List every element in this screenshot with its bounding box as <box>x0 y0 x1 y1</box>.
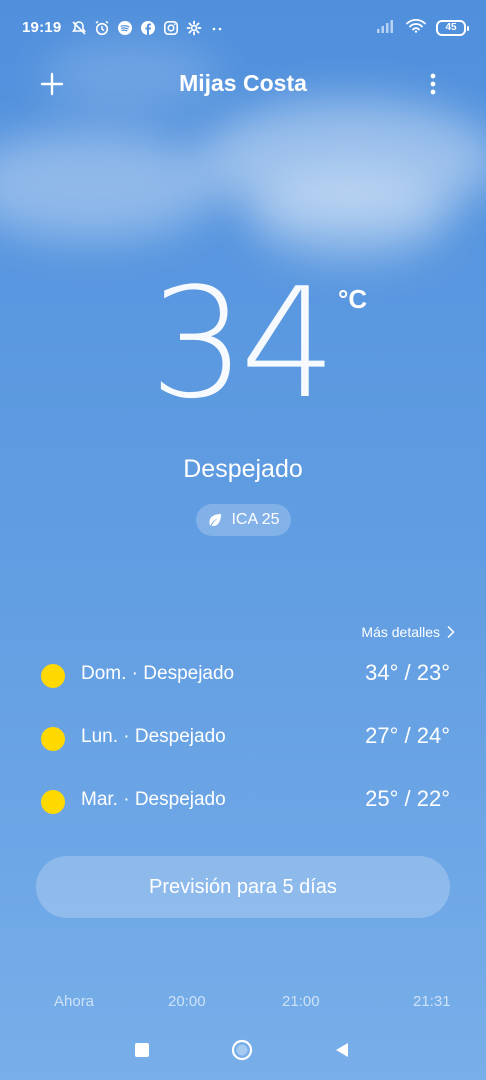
nav-recents-button[interactable] <box>135 1043 149 1057</box>
back-triangle-icon <box>336 1043 348 1057</box>
hourly-time: 21:31 <box>413 993 451 1010</box>
sun-icon <box>41 727 65 751</box>
alarm-icon <box>93 19 110 36</box>
weather-screen: 19:19 45 Mijas Costa 34 °C Despejado ICA… <box>0 0 486 1080</box>
status-notification-icons <box>70 19 225 36</box>
notifications-off-icon <box>70 19 87 36</box>
temperature-unit: °C <box>338 284 368 314</box>
sun-icon <box>41 664 65 688</box>
forecast-day-temps: 25° / 22° <box>365 786 450 811</box>
hourly-time: 21:00 <box>282 993 320 1010</box>
nav-home-button[interactable] <box>231 1039 253 1061</box>
more-options-button[interactable] <box>420 68 446 100</box>
hourly-time: Ahora <box>54 993 95 1010</box>
current-condition: Despejado <box>183 455 303 483</box>
forecast-day-temps: 34° / 23° <box>365 660 450 685</box>
more-dots-icon <box>208 19 225 36</box>
instagram-icon <box>162 19 179 36</box>
forecast-day-label: Mar. · Despejado <box>81 789 226 810</box>
cloud-decoration <box>250 170 450 260</box>
cloud-decoration <box>0 130 220 240</box>
forecast-day-temps: 27° / 24° <box>365 723 450 748</box>
wifi-icon <box>406 18 426 38</box>
nav-back-button[interactable] <box>334 1041 350 1059</box>
sun-icon <box>41 790 65 814</box>
more-details-label: Más detalles <box>361 624 440 640</box>
settings-icon <box>185 19 202 36</box>
forecast-day-row[interactable]: Mar. · Despejado 25° / 22° <box>0 781 486 821</box>
more-details-link[interactable]: Más detalles <box>361 624 456 640</box>
home-circle-icon <box>231 1039 253 1061</box>
current-temperature: 34 <box>149 255 336 432</box>
aqi-label: ICA 25 <box>231 511 280 528</box>
status-bar: 19:19 45 <box>0 0 486 56</box>
forecast-day-label: Lun. · Despejado <box>81 726 226 747</box>
leaf-icon <box>209 514 222 527</box>
status-system-icons: 45 <box>376 18 469 38</box>
city-title: Mijas Costa <box>179 70 307 96</box>
hourly-time: 20:00 <box>168 993 206 1010</box>
forecast-day-row[interactable]: Dom. · Despejado 34° / 23° <box>0 655 486 695</box>
status-time: 19:19 <box>22 19 62 36</box>
battery-icon: 45 <box>436 20 469 36</box>
spotify-icon <box>116 19 133 36</box>
five-day-forecast-button[interactable]: Previsión para 5 días <box>36 856 450 918</box>
facebook-icon <box>139 19 156 36</box>
forecast-day-row[interactable]: Lun. · Despejado 27° / 24° <box>0 718 486 758</box>
chevron-right-icon <box>447 625 455 639</box>
more-vertical-icon <box>430 73 436 95</box>
battery-level: 45 <box>445 22 457 33</box>
signal-icon <box>376 19 396 38</box>
forecast-day-label: Dom. · Despejado <box>81 663 235 684</box>
aqi-badge[interactable]: ICA 25 <box>196 504 291 536</box>
